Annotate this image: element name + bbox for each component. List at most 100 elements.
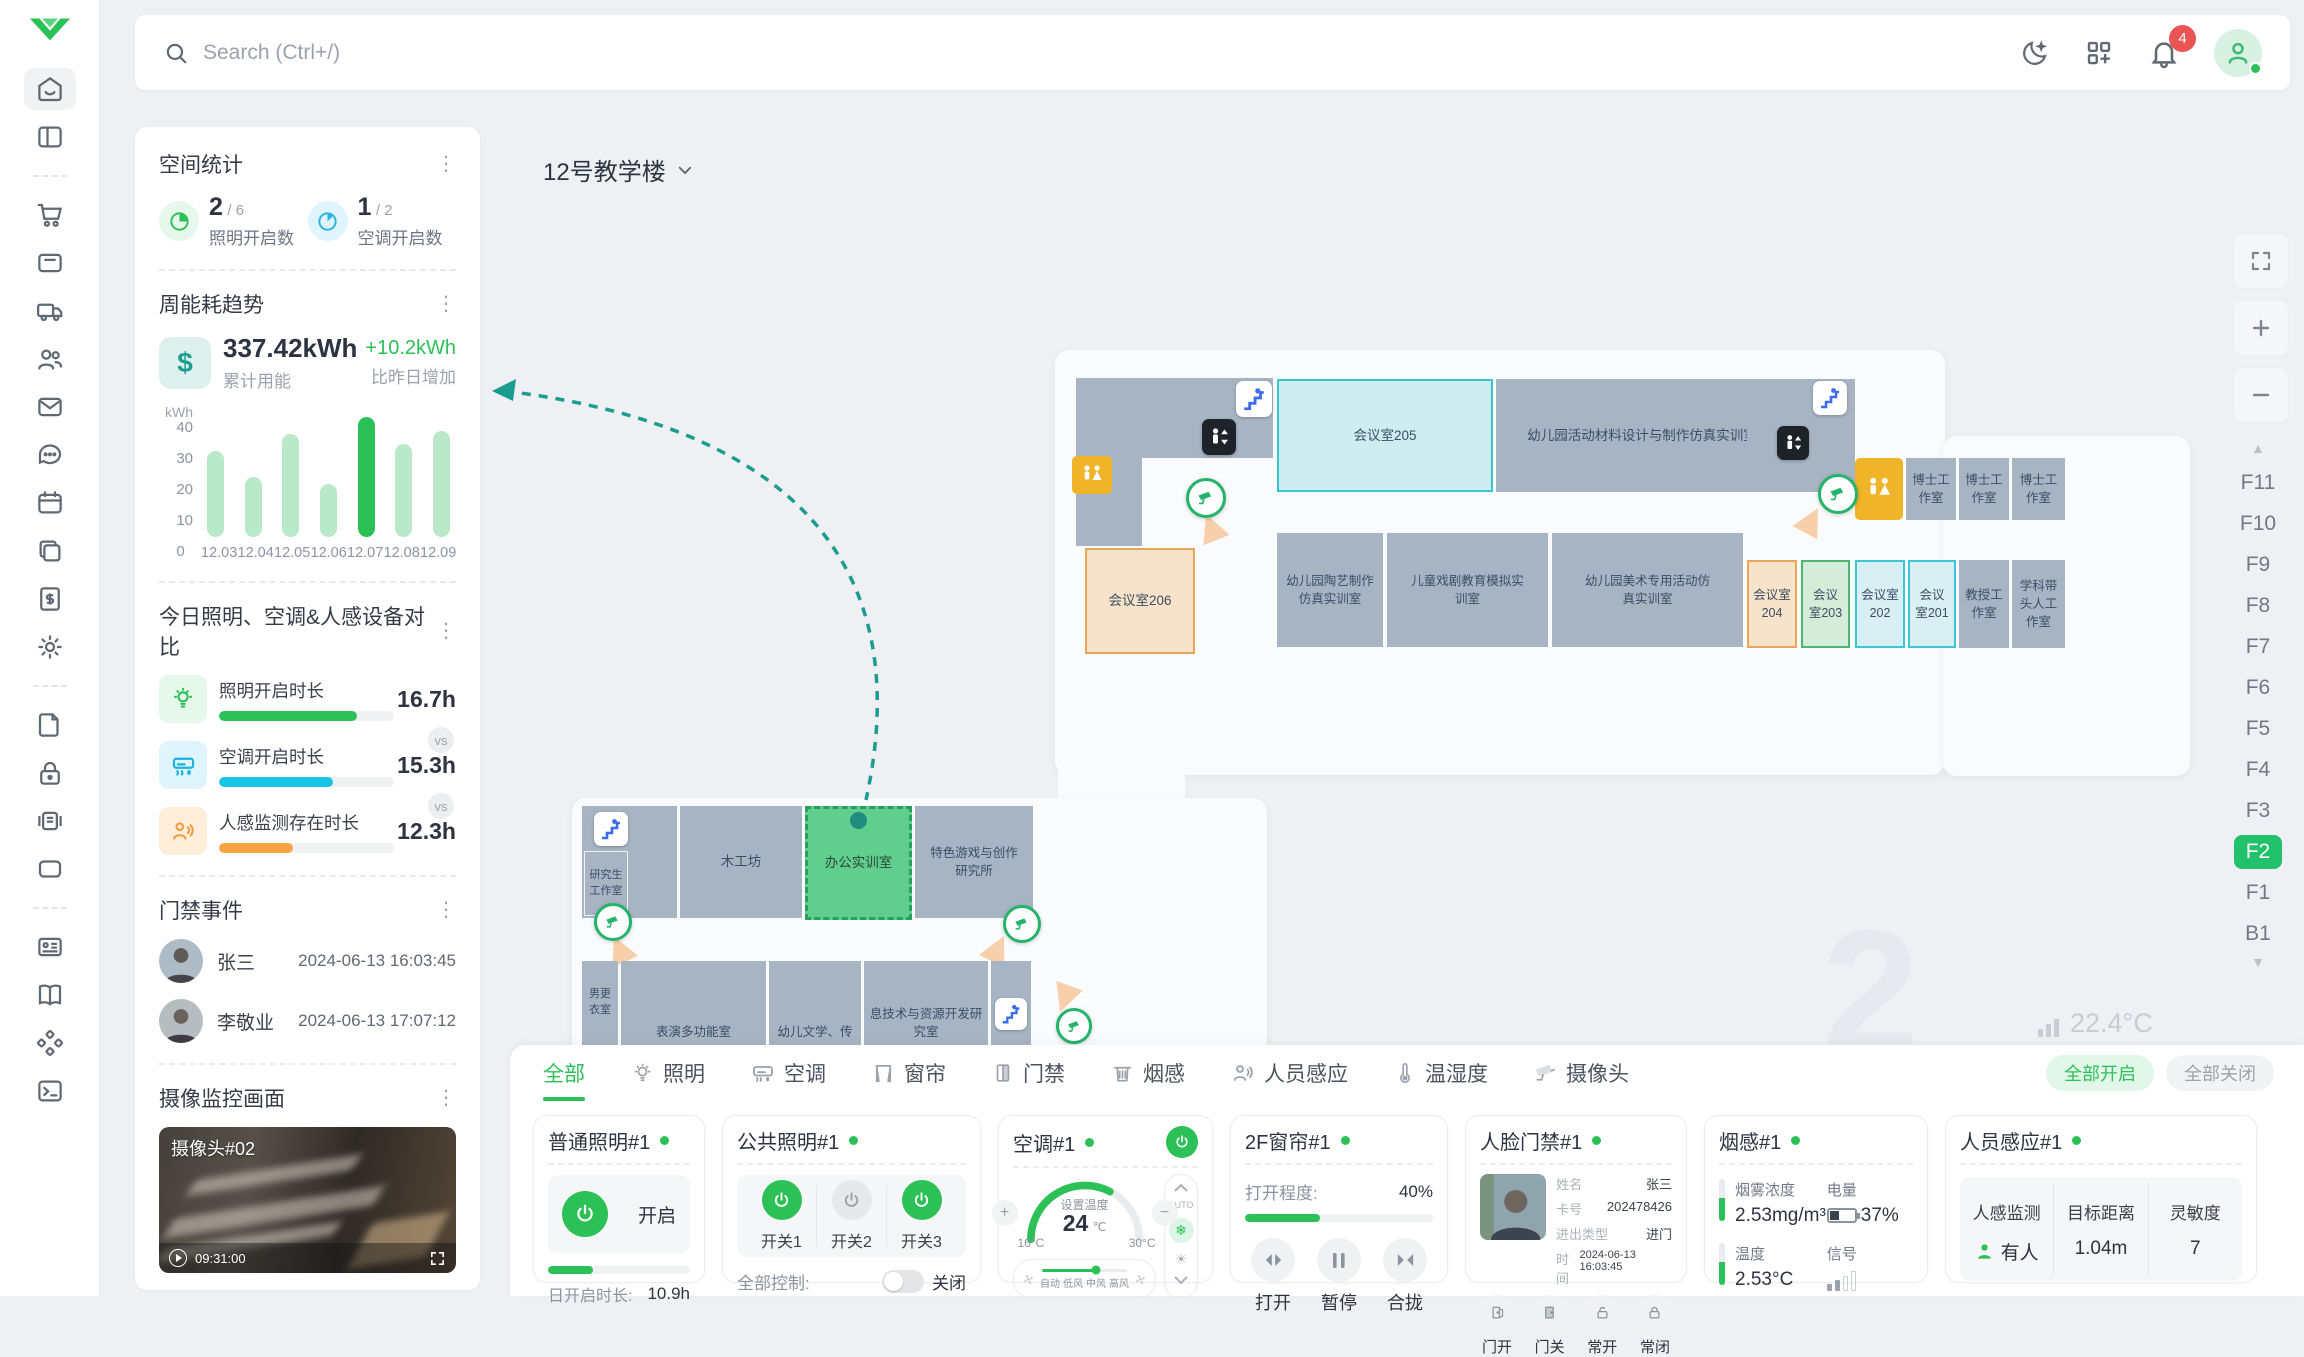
all-off-button[interactable]: 全部关闭 [2166, 1055, 2274, 1091]
floor-item[interactable]: F7 [2234, 626, 2282, 667]
curtain-pause-button[interactable]: 暂停 [1317, 1238, 1361, 1315]
tab-smoke[interactable]: 烟感 [1111, 1045, 1185, 1101]
kebab-menu-icon[interactable]: ⋮ [436, 905, 456, 915]
tab-door[interactable]: 门禁 [992, 1045, 1065, 1101]
sidebar-item-lock[interactable] [24, 752, 76, 794]
always-closed-button[interactable]: 常闭 [1638, 1295, 1672, 1357]
room[interactable]: 幼儿园美术专用活动仿真实训室 [1552, 533, 1743, 647]
fan-slider-knob[interactable] [1091, 1266, 1100, 1275]
always-open-button[interactable]: 常开 [1585, 1295, 1619, 1357]
sidebar-item-id-card[interactable] [24, 926, 76, 968]
all-on-button[interactable]: 全部开启 [2046, 1055, 2154, 1091]
sidebar-item-home[interactable] [24, 68, 76, 110]
sidebar-item-copy[interactable] [24, 530, 76, 572]
fan-speed-slider[interactable]: 自动 低风 中风 高风 [1013, 1259, 1156, 1299]
tab-curtain[interactable]: 窗帘 [872, 1045, 946, 1101]
sidebar-item-layout[interactable] [24, 116, 76, 158]
temp-decrease-button[interactable]: − [1152, 1200, 1178, 1226]
access-event-row[interactable]: 张三 2024-06-13 16:03:45 [159, 939, 456, 983]
camera-marker[interactable] [1003, 905, 1041, 943]
room[interactable]: 特色游戏与创作研究所 [915, 806, 1033, 918]
dark-mode-icon[interactable] [2020, 38, 2050, 68]
room[interactable]: 男更衣室 [582, 961, 618, 1045]
room[interactable]: 幼儿园活动材料设计与制作仿真实训室 [1496, 379, 1788, 492]
chevron-down-icon[interactable] [1174, 1276, 1188, 1285]
sidebar-item-reader[interactable] [24, 800, 76, 842]
user-avatar[interactable] [2214, 29, 2262, 77]
sidebar-item-cart[interactable] [24, 194, 76, 236]
room[interactable]: 学科带头人工作室 [2012, 560, 2065, 648]
room[interactable]: 儿童戏剧教育模拟实训室 [1387, 533, 1548, 647]
room[interactable]: 会议室204 [1747, 560, 1797, 648]
switch-2-button[interactable] [832, 1180, 872, 1220]
room[interactable]: 博士工作室 [1906, 458, 1956, 520]
room[interactable]: 博士工作室 [1959, 458, 2009, 520]
room[interactable]: 幼儿文学、传 [769, 961, 861, 1045]
kebab-menu-icon[interactable]: ⋮ [436, 626, 456, 636]
switch-1-button[interactable] [762, 1180, 802, 1220]
room[interactable]: 博士工作室 [2012, 458, 2065, 520]
camera-marker[interactable] [1056, 1008, 1092, 1044]
fullscreen-button[interactable] [2233, 233, 2289, 289]
sidebar-item-chat[interactable] [24, 434, 76, 476]
floor-item[interactable]: F8 [2234, 585, 2282, 626]
floor-item[interactable]: F10 [2234, 503, 2282, 544]
tab-all[interactable]: 全部 [543, 1045, 585, 1101]
floor-item[interactable]: F3 [2234, 790, 2282, 831]
room[interactable]: 会议室206 [1085, 548, 1195, 654]
door-close-button[interactable]: 门关 [1533, 1295, 1567, 1357]
floor-item[interactable]: F4 [2234, 749, 2282, 790]
tab-ac[interactable]: 空调 [751, 1045, 826, 1101]
apps-grid-icon[interactable] [2084, 38, 2114, 68]
floor-item-active[interactable]: F2 [2234, 835, 2282, 869]
sidebar-item-book[interactable] [24, 974, 76, 1016]
room[interactable]: 会议室201 [1908, 560, 1956, 648]
camera-marker[interactable] [594, 903, 632, 941]
room[interactable]: 幼儿园陶艺制作仿真实训室 [1277, 533, 1383, 647]
sidebar-item-nodes[interactable] [24, 1022, 76, 1064]
room[interactable]: 息技术与资源开发研究室 [864, 961, 988, 1045]
floor-selector[interactable]: ▲ F11 F10 F9 F8 F7 F6 F5 F4 F3 F2 F1 B1 … [2232, 440, 2284, 976]
kebab-menu-icon[interactable]: ⋮ [436, 1093, 456, 1103]
chevron-up-icon[interactable] [1174, 1183, 1188, 1192]
door-open-button[interactable]: 门开 [1480, 1295, 1514, 1357]
room[interactable]: 会议室202 [1855, 560, 1905, 648]
floor-scroll-up[interactable]: ▲ [2251, 440, 2265, 462]
camera-marker[interactable] [1818, 474, 1858, 514]
room[interactable]: 教授工作室 [1959, 560, 2009, 648]
all-control-toggle[interactable] [882, 1270, 924, 1293]
tab-lighting[interactable]: 照明 [631, 1045, 705, 1101]
sidebar-item-terminal[interactable] [24, 1070, 76, 1112]
heat-mode-sun-icon[interactable]: ☀ [1175, 1251, 1188, 1268]
search-input[interactable] [203, 41, 703, 65]
sidebar-item-card[interactable] [24, 242, 76, 284]
temp-increase-button[interactable]: + [992, 1200, 1018, 1226]
sidebar-item-calendar[interactable] [24, 482, 76, 524]
floor-item[interactable]: F9 [2234, 544, 2282, 585]
zoom-in-button[interactable] [2233, 300, 2289, 356]
curtain-open-button[interactable]: 打开 [1251, 1238, 1295, 1315]
power-button[interactable] [562, 1191, 608, 1237]
curtain-close-button[interactable]: 合拢 [1383, 1238, 1427, 1315]
floor-item[interactable]: F1 [2234, 872, 2282, 913]
sidebar-item-frame[interactable] [24, 848, 76, 890]
tab-temp-humidity[interactable]: 温湿度 [1394, 1045, 1488, 1101]
building-selector[interactable]: 12号教学楼 [543, 152, 694, 187]
floor-item[interactable]: B1 [2234, 913, 2282, 954]
tab-camera[interactable]: 摄像头 [1534, 1045, 1629, 1101]
floor-item[interactable]: F5 [2234, 708, 2282, 749]
room[interactable]: 木工坊 [680, 806, 802, 918]
camera-preview[interactable]: 摄像头#02 09:31:00 [159, 1127, 456, 1273]
room[interactable]: 会议室203 [1801, 560, 1850, 648]
sidebar-item-file[interactable] [24, 704, 76, 746]
sidebar-item-invoice[interactable] [24, 578, 76, 620]
bell-icon[interactable]: 4 [2148, 37, 2180, 69]
sidebar-item-mail[interactable] [24, 386, 76, 428]
play-icon[interactable] [169, 1249, 187, 1267]
sidebar-item-settings[interactable] [24, 626, 76, 668]
floor-item[interactable]: F11 [2234, 462, 2282, 503]
kebab-menu-icon[interactable]: ⋮ [436, 159, 456, 169]
sidebar-item-users[interactable] [24, 338, 76, 380]
expand-icon[interactable] [429, 1250, 446, 1267]
app-sidebar[interactable] [0, 0, 100, 1296]
